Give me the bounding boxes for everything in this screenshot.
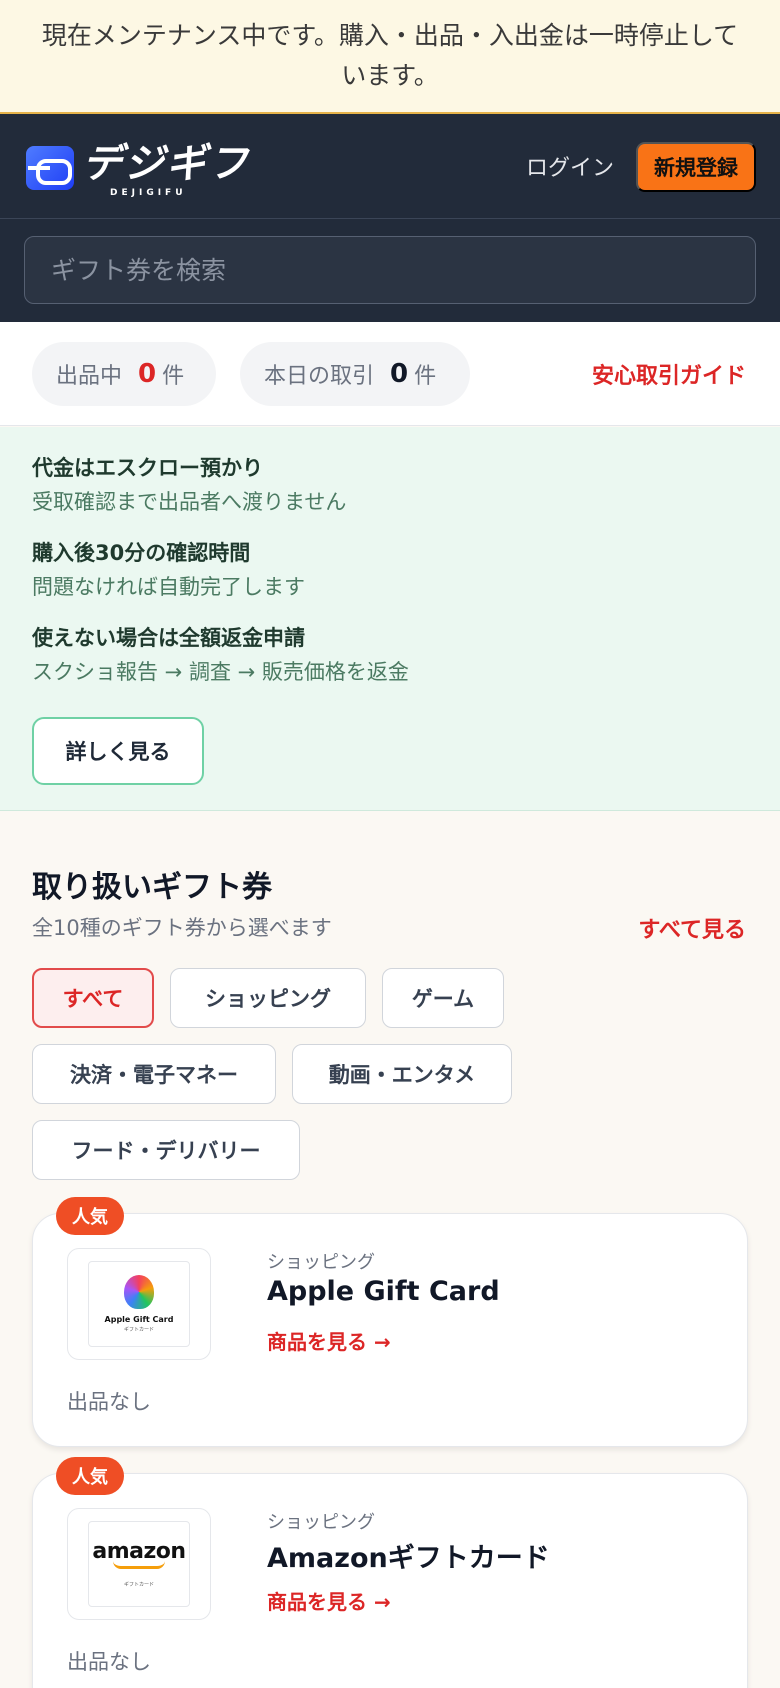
listing-count: 0	[138, 359, 157, 389]
escrow-item-heading: 購入後30分の確認時間	[32, 541, 251, 565]
card-category: ショッピング	[267, 1512, 375, 1533]
escrow-item-sub: 受取確認まで出品者へ渡りません	[32, 490, 347, 514]
card-name: Apple Gift Card	[267, 1276, 500, 1307]
gift-card-item[interactable]: Apple Gift Card ギフトカード ショッピング Apple Gift…	[32, 1213, 748, 1447]
escrow-item: 購入後30分の確認時間 問題なければ自動完了します	[32, 536, 748, 604]
chip-game[interactable]: ゲーム	[382, 968, 504, 1028]
chip-food[interactable]: フード・デリバリー	[32, 1120, 300, 1180]
escrow-item: 代金はエスクロー預かり 受取確認まで出品者へ渡りません	[32, 451, 748, 519]
escrow-item: 使えない場合は全額返金申請 スクショ報告 → 調査 → 販売価格を返金	[32, 621, 748, 689]
today-label: 本日の取引	[264, 364, 375, 389]
escrow-item-heading: 使えない場合は全額返金申請	[32, 626, 305, 650]
maintenance-banner: 現在メンテナンス中です。購入・出品・入出金は一時停止しています。	[0, 0, 780, 114]
popular-badge: 人気	[56, 1457, 124, 1495]
search-bar	[0, 219, 780, 322]
maintenance-text: 現在メンテナンス中です。購入・出品・入出金は一時停止しています。	[41, 21, 739, 90]
escrow-info-panel: 代金はエスクロー預かり 受取確認まで出品者へ渡りません 購入後30分の確認時間 …	[0, 427, 780, 811]
search-input[interactable]	[24, 236, 756, 304]
catalog-title: 取り扱いギフト券	[32, 870, 272, 905]
card-status: 出品なし	[67, 1650, 151, 1674]
card-thumbnail: Apple Gift Card ギフトカード	[67, 1248, 211, 1360]
thumb-subtitle: ギフトカード	[123, 1327, 154, 1333]
card-name: Amazonギフトカード	[267, 1543, 550, 1574]
popular-badge: 人気	[56, 1197, 124, 1235]
signup-button[interactable]: 新規登録	[636, 142, 756, 192]
chip-payment[interactable]: 決済・電子マネー	[32, 1044, 276, 1104]
site-header: デジギフ DEJIGIFU ログイン 新規登録	[0, 114, 780, 219]
listing-count-pill: 出品中 0 件	[32, 342, 216, 406]
chip-shopping[interactable]: ショッピング	[170, 968, 366, 1028]
escrow-item-heading: 代金はエスクロー預かり	[32, 456, 263, 480]
today-count: 0	[390, 359, 409, 389]
apple-gift-card-image: Apple Gift Card ギフトカード	[88, 1261, 190, 1347]
today-unit: 件	[414, 364, 437, 389]
details-button[interactable]: 詳しく見る	[32, 717, 204, 785]
login-link[interactable]: ログイン	[526, 154, 614, 184]
gift-card-item[interactable]: amazon ギフトカード ショッピング Amazonギフトカード 商品を見る …	[32, 1473, 748, 1688]
apple-logo-icon	[124, 1275, 154, 1309]
chip-all[interactable]: すべて	[32, 968, 154, 1028]
logo-text: デジギフ	[82, 141, 250, 187]
view-products-link[interactable]: 商品を見る →	[267, 1586, 391, 1615]
listing-label: 出品中	[56, 364, 123, 389]
logo-subtext: DEJIGIFU	[110, 188, 187, 198]
catalog-subtitle: 全10種のギフト券から選べます	[32, 916, 332, 940]
thumb-subtitle: ギフトカード	[123, 1581, 154, 1588]
view-products-link[interactable]: 商品を見る →	[267, 1326, 391, 1355]
amazon-gift-card-image: amazon ギフトカード	[88, 1521, 190, 1607]
site-logo[interactable]: デジギフ DEJIGIFU	[26, 140, 256, 200]
escrow-item-sub: 問題なければ自動完了します	[32, 575, 305, 599]
amazon-smile-icon	[113, 1561, 165, 1569]
listing-unit: 件	[162, 364, 185, 389]
thumb-title: Apple Gift Card	[104, 1315, 174, 1324]
amazon-logo-text: amazon	[92, 1538, 186, 1564]
safety-guide-link[interactable]: 安心取引ガイド	[592, 358, 746, 390]
see-all-link[interactable]: すべて見る	[638, 912, 746, 944]
chip-video[interactable]: 動画・エンタメ	[292, 1044, 512, 1104]
card-thumbnail: amazon ギフトカード	[67, 1508, 211, 1620]
logo-mark-icon	[26, 146, 74, 190]
escrow-item-sub: スクショ報告 → 調査 → 販売価格を返金	[32, 660, 409, 684]
stats-bar: 出品中 0 件 本日の取引 0 件 安心取引ガイド	[0, 322, 780, 426]
today-trades-pill: 本日の取引 0 件	[240, 342, 470, 406]
card-category: ショッピング	[267, 1252, 375, 1273]
card-status: 出品なし	[67, 1390, 151, 1414]
